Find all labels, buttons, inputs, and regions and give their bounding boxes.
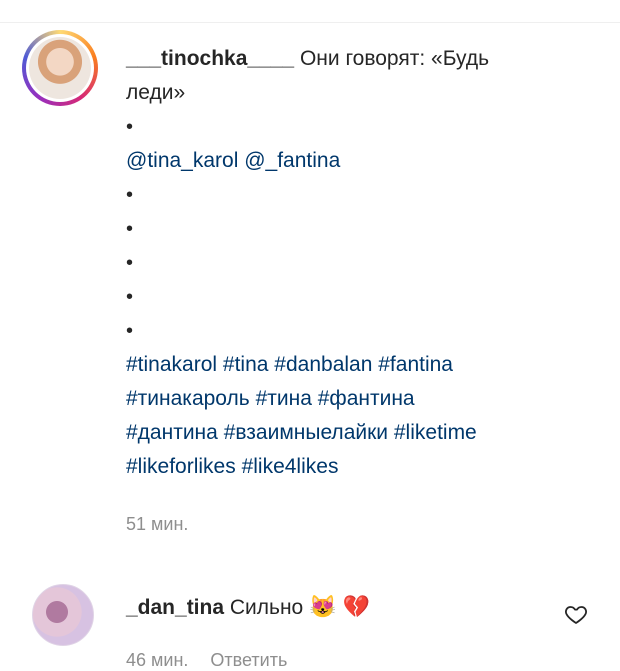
avatar <box>29 37 91 99</box>
post-timestamp[interactable]: 51 мин. <box>126 514 188 535</box>
comment-body: Сильно <box>224 596 304 619</box>
hashtag-link[interactable]: #fantina <box>378 353 453 376</box>
hashtag-link[interactable]: #likeforlikes <box>126 455 236 478</box>
hashtag-link[interactable]: #тинакароль <box>126 387 250 410</box>
caption-dot: • <box>126 286 134 308</box>
post-username[interactable]: ___tinochka____ <box>126 47 294 70</box>
hashtag-link[interactable]: #like4likes <box>242 455 339 478</box>
caption-dot: • <box>126 252 134 274</box>
mention-link[interactable]: @_fantina <box>244 149 340 172</box>
caption-dot: • <box>126 184 134 206</box>
top-divider <box>0 22 620 23</box>
comment-text: _dan_tina Сильно 😻 💔 <box>126 592 370 623</box>
hashtag-link[interactable]: #тина <box>256 387 312 410</box>
hashtag-link[interactable]: #взаимныелайки <box>224 421 388 444</box>
hashtag-link[interactable]: #tina <box>223 353 269 376</box>
comment-username[interactable]: _dan_tina <box>126 596 224 619</box>
caption-second-line: леди» <box>126 81 186 104</box>
story-ring-avatar[interactable] <box>22 30 98 106</box>
caption-dot: • <box>126 320 134 342</box>
hashtag-link[interactable]: #фантина <box>318 387 415 410</box>
comment-timestamp[interactable]: 46 мин. <box>126 650 188 670</box>
hashtag-link[interactable]: #danbalan <box>274 353 372 376</box>
caption-text: ___tinochka____ Они говорят: «Будь леди»… <box>126 42 596 484</box>
heart-outline-icon[interactable] <box>564 602 588 626</box>
caption-first-line: Они говорят: «Будь <box>294 47 490 70</box>
caption-dot: • <box>126 116 134 138</box>
hashtag-link[interactable]: #tinakarol <box>126 353 217 376</box>
caption-dot: • <box>126 218 134 240</box>
mention-link[interactable]: @tina_karol <box>126 149 238 172</box>
heart-eyes-cat-emoji: 😻 <box>309 594 337 619</box>
avatar[interactable] <box>32 584 94 646</box>
hashtag-link[interactable]: #дантина <box>126 421 218 444</box>
broken-heart-emoji: 💔 <box>342 594 371 619</box>
comment-meta: 46 мин. Ответить <box>126 650 309 671</box>
reply-button[interactable]: Ответить <box>210 650 287 670</box>
hashtag-link[interactable]: #liketime <box>394 421 477 444</box>
